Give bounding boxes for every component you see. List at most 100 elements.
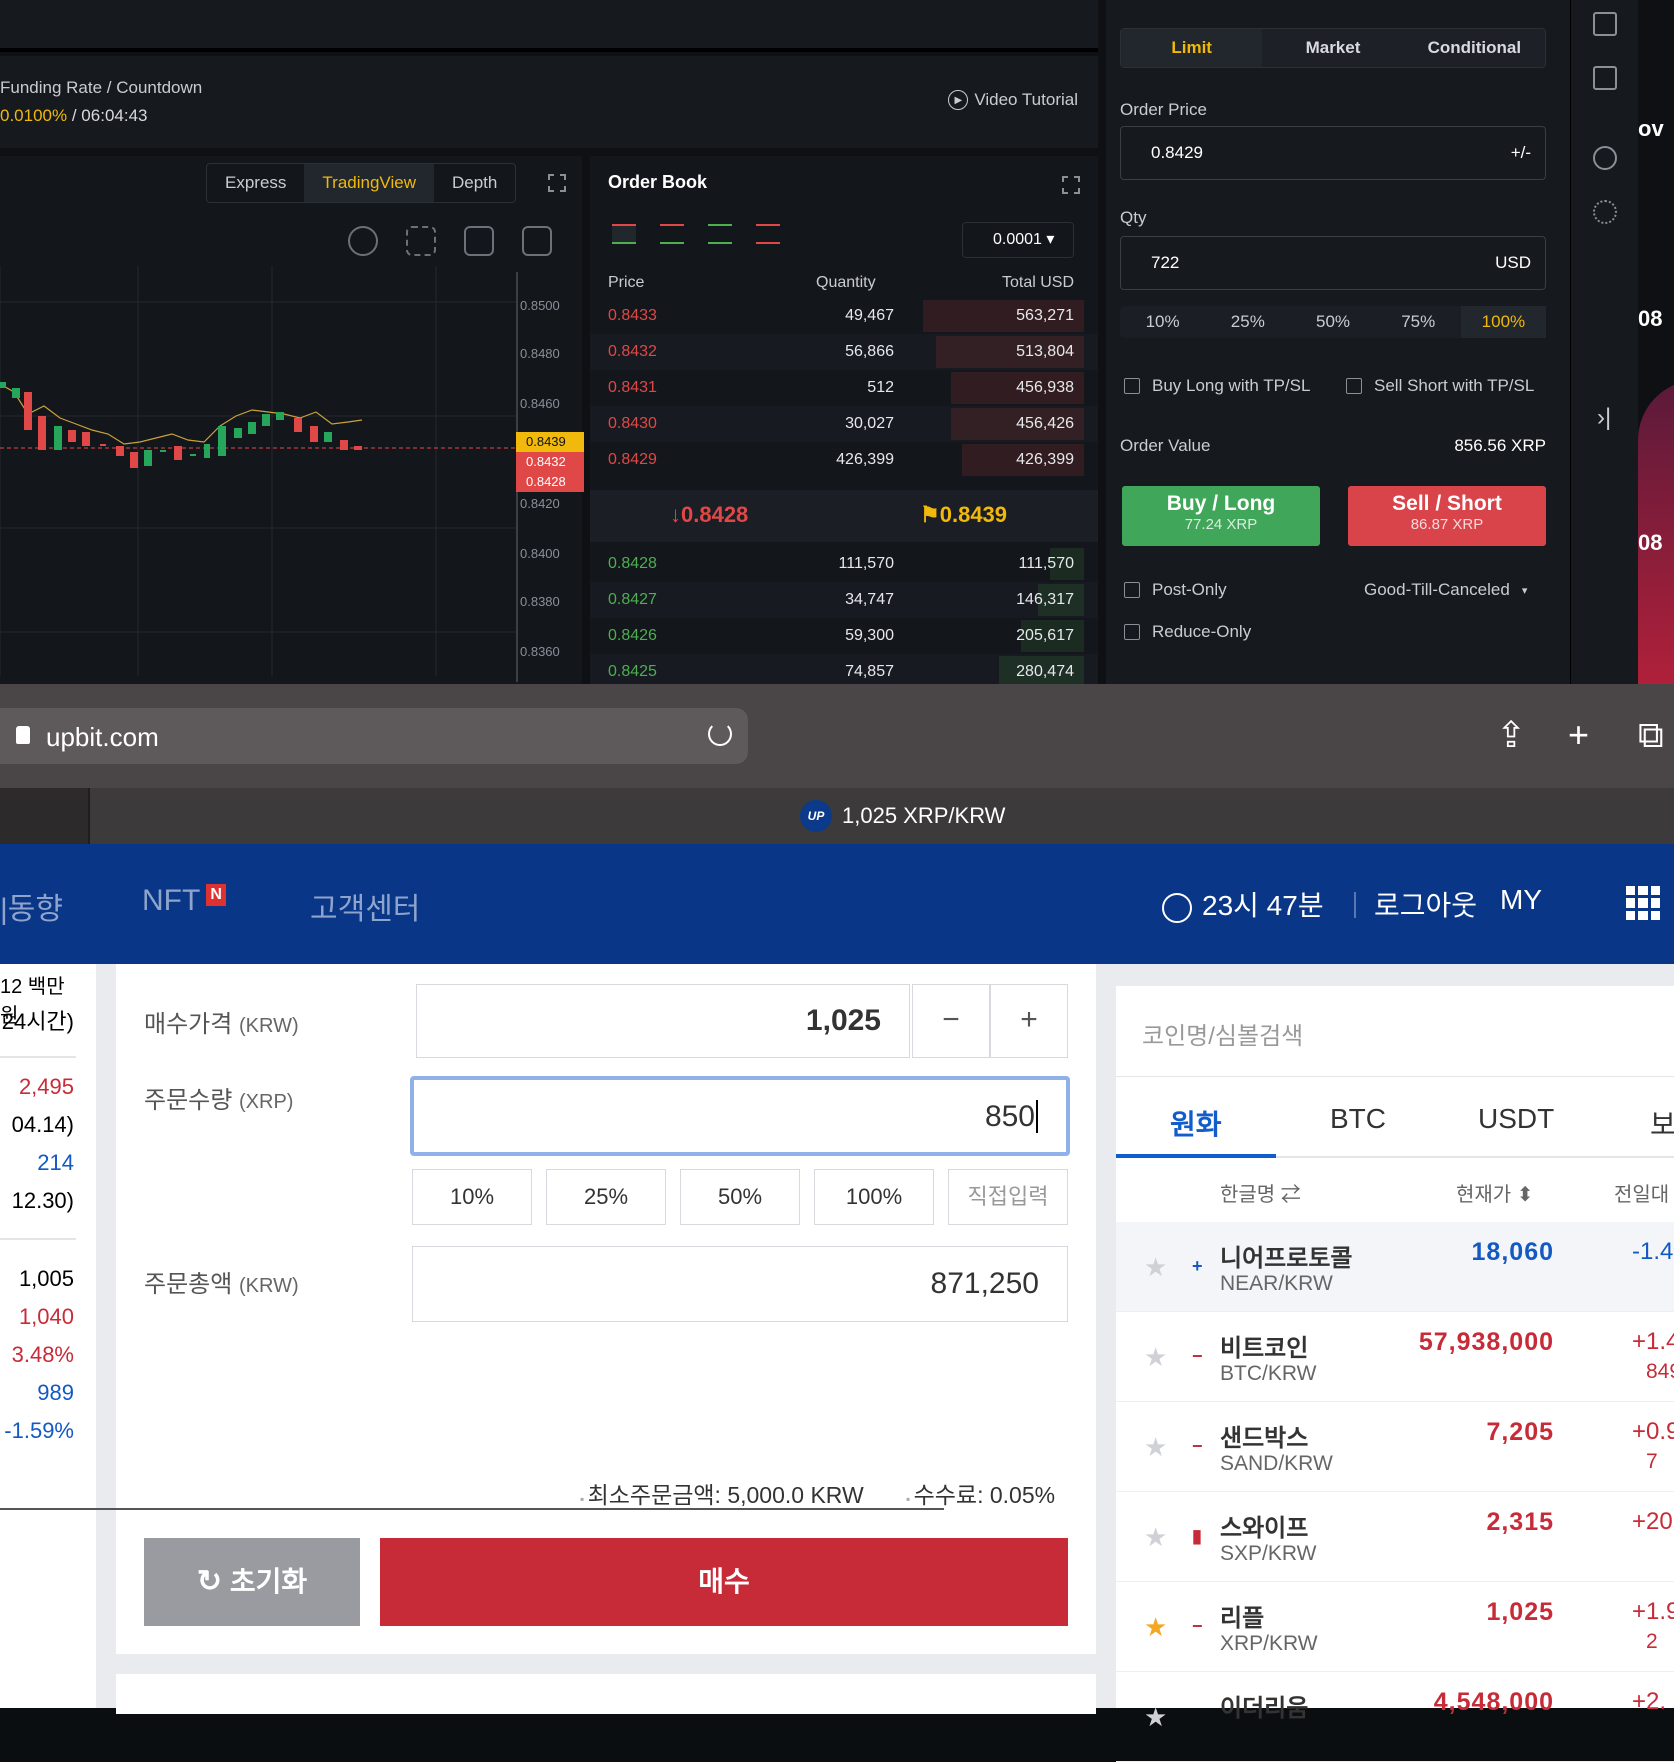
tif-select[interactable]: Good-Till-Canceled ▾: [1364, 580, 1527, 600]
favorite-star-icon[interactable]: ★: [1144, 1432, 1167, 1463]
post-only-checkbox[interactable]: Post-Only: [1124, 580, 1227, 600]
video-tutorial-link[interactable]: ▶ Video Tutorial: [948, 90, 1078, 110]
sell-short-button[interactable]: Sell / Short 86.87 XRP: [1348, 486, 1546, 546]
camera-icon[interactable]: [464, 226, 494, 256]
apps-grid-icon[interactable]: [1626, 886, 1660, 920]
sort-icon[interactable]: [660, 224, 684, 244]
candlestick-chart[interactable]: [0, 266, 516, 684]
favorite-star-icon[interactable]: ★: [1144, 1612, 1167, 1643]
favorite-star-icon[interactable]: ★: [1144, 1522, 1167, 1553]
active-tab-underline: [1116, 1154, 1276, 1158]
coin-row[interactable]: ★ ▮ 스와이프SXP/KRW 2,315 +20.8: [1116, 1492, 1674, 1582]
nav-support[interactable]: 고객센터: [310, 884, 420, 928]
buy-price-input[interactable]: 1,025: [416, 984, 910, 1058]
pct-25-button[interactable]: 25%: [546, 1169, 666, 1225]
tab-market[interactable]: Market: [1262, 29, 1403, 67]
ask-row[interactable]: 0.8431 512 456,938: [590, 370, 1098, 406]
col-change[interactable]: 전일대: [1614, 1178, 1669, 1207]
settings-icon[interactable]: [348, 226, 378, 256]
share-icon[interactable]: ⇪: [1496, 714, 1526, 756]
tab-usdt[interactable]: USDT: [1478, 1103, 1554, 1135]
qty-input[interactable]: 722 USD: [1120, 236, 1546, 290]
custom-input-button[interactable]: 직접입력: [948, 1169, 1068, 1225]
pct-100[interactable]: 100%: [1460, 306, 1547, 338]
col-price[interactable]: 현재가 ⬍: [1456, 1178, 1534, 1207]
col-name[interactable]: 한글명 ⇄: [1220, 1178, 1301, 1207]
tp-long-checkbox[interactable]: Buy Long with TP/SL: [1124, 376, 1310, 396]
qty-unit[interactable]: USD: [1495, 237, 1531, 289]
logout-link[interactable]: 로그아웃: [1374, 884, 1477, 924]
favorite-star-icon[interactable]: ★: [1144, 1342, 1167, 1373]
tab-active[interactable]: UP 1,025 XRP/KRW: [800, 800, 1005, 832]
coin-row[interactable]: ★ 이더리움 4,548,000 +2.: [1116, 1672, 1674, 1762]
tab-btc[interactable]: BTC: [1330, 1103, 1386, 1135]
pct-10[interactable]: 10%: [1120, 306, 1205, 338]
indicator-icon[interactable]: [522, 226, 552, 256]
ask-row[interactable]: 0.8430 30,027 456,426: [590, 406, 1098, 442]
qty-input[interactable]: 850: [410, 1076, 1070, 1156]
expand-chart-icon[interactable]: [548, 174, 566, 192]
pct-50-button[interactable]: 50%: [680, 1169, 800, 1225]
nav-nft[interactable]: NFT N: [142, 884, 226, 918]
ask-row[interactable]: 0.8432 56,866 513,804: [590, 334, 1098, 370]
coin-row[interactable]: ★ − 샌드박스 SAND/KRW 7,205 +0.9 7: [1116, 1402, 1674, 1492]
grid-layout-icon[interactable]: [1593, 66, 1617, 90]
tab-previous[interactable]: [0, 788, 90, 844]
buy-button[interactable]: 매수: [380, 1538, 1068, 1626]
pct-100-button[interactable]: 100%: [814, 1169, 934, 1225]
bid-row[interactable]: 0.8427 34,747 146,317: [590, 582, 1098, 618]
pct-50[interactable]: 50%: [1290, 306, 1375, 338]
fullscreen-icon[interactable]: [406, 226, 436, 256]
asks-only-icon[interactable]: [756, 224, 780, 244]
tab-conditional[interactable]: Conditional: [1404, 29, 1545, 67]
bid-row[interactable]: 0.8428 111,570 111,570: [590, 546, 1098, 582]
layout-icon[interactable]: [1593, 12, 1617, 36]
bids-only-icon[interactable]: [708, 224, 732, 244]
reload-icon[interactable]: [708, 722, 732, 746]
coin-search-input[interactable]: 코인명/심볼검색: [1142, 1016, 1303, 1051]
both-sides-icon[interactable]: [612, 224, 636, 244]
precision-select[interactable]: 0.0001 ▾: [962, 222, 1074, 258]
ask-row[interactable]: 0.8433 49,467 563,271: [590, 298, 1098, 334]
chart-tabs: Express TradingView Depth: [206, 163, 517, 203]
tab-holdings[interactable]: 보: [1650, 1103, 1674, 1143]
price-cell: 0.8425: [608, 663, 657, 680]
bid-row[interactable]: 0.8426 59,300 205,617: [590, 618, 1098, 654]
buy-long-button[interactable]: Buy / Long 77.24 XRP: [1122, 486, 1320, 546]
tab-krw[interactable]: 원화: [1170, 1103, 1222, 1143]
expand-orderbook-icon[interactable]: [1062, 176, 1080, 194]
ask-row[interactable]: 0.8429 426,399 426,399: [590, 442, 1098, 478]
reset-button[interactable]: ↻ 초기화: [144, 1538, 360, 1626]
plus-minus-icon[interactable]: +/-: [1511, 127, 1531, 179]
reduce-only-checkbox[interactable]: Reduce-Only: [1124, 622, 1251, 642]
pct-10-button[interactable]: 10%: [412, 1169, 532, 1225]
theme-icon[interactable]: [1593, 200, 1617, 224]
coin-row[interactable]: ★ + 니어프로토콜 NEAR/KRW 18,060 -1.4: [1116, 1222, 1674, 1312]
favorite-star-icon[interactable]: ★: [1144, 1252, 1167, 1283]
order-price-input[interactable]: 0.8429 +/-: [1120, 126, 1546, 180]
price-increase-button[interactable]: +: [990, 984, 1068, 1058]
coin-row[interactable]: ★ −비트코인BTC/KRW 57,938,000 +1.4 849: [1116, 1312, 1674, 1402]
tab-express[interactable]: Express: [207, 164, 304, 202]
pct-25[interactable]: 25%: [1205, 306, 1290, 338]
my-link[interactable]: MY: [1500, 884, 1542, 916]
pct-75[interactable]: 75%: [1376, 306, 1461, 338]
tab-tradingview[interactable]: TradingView: [304, 164, 434, 202]
total-input[interactable]: 871,250: [412, 1246, 1068, 1322]
tp-short-checkbox[interactable]: Sell Short with TP/SL: [1346, 376, 1534, 396]
nav-trend[interactable]: |동향: [0, 884, 63, 928]
coin-korean-name: 니어프로토콜: [1220, 1245, 1353, 1272]
favorite-star-icon[interactable]: ★: [1144, 1702, 1167, 1733]
collapse-panel-icon[interactable]: ›|: [1597, 404, 1611, 432]
tab-depth[interactable]: Depth: [434, 164, 515, 202]
bid-row[interactable]: 0.8425 74,857 280,474: [590, 654, 1098, 684]
tabs-icon[interactable]: ⧉: [1638, 714, 1664, 757]
settings-icon[interactable]: [1593, 146, 1617, 170]
coin-korean-name: 리플: [1220, 1605, 1265, 1632]
candles: [0, 382, 362, 468]
new-tab-icon[interactable]: +: [1568, 714, 1589, 756]
coin-row[interactable]: ★ − 리플 XRP/KRW 1,025 +1.9 2: [1116, 1582, 1674, 1672]
price-decrease-button[interactable]: −: [912, 984, 990, 1058]
address-bar[interactable]: upbit.com: [0, 708, 748, 764]
tab-limit[interactable]: Limit: [1121, 29, 1263, 67]
